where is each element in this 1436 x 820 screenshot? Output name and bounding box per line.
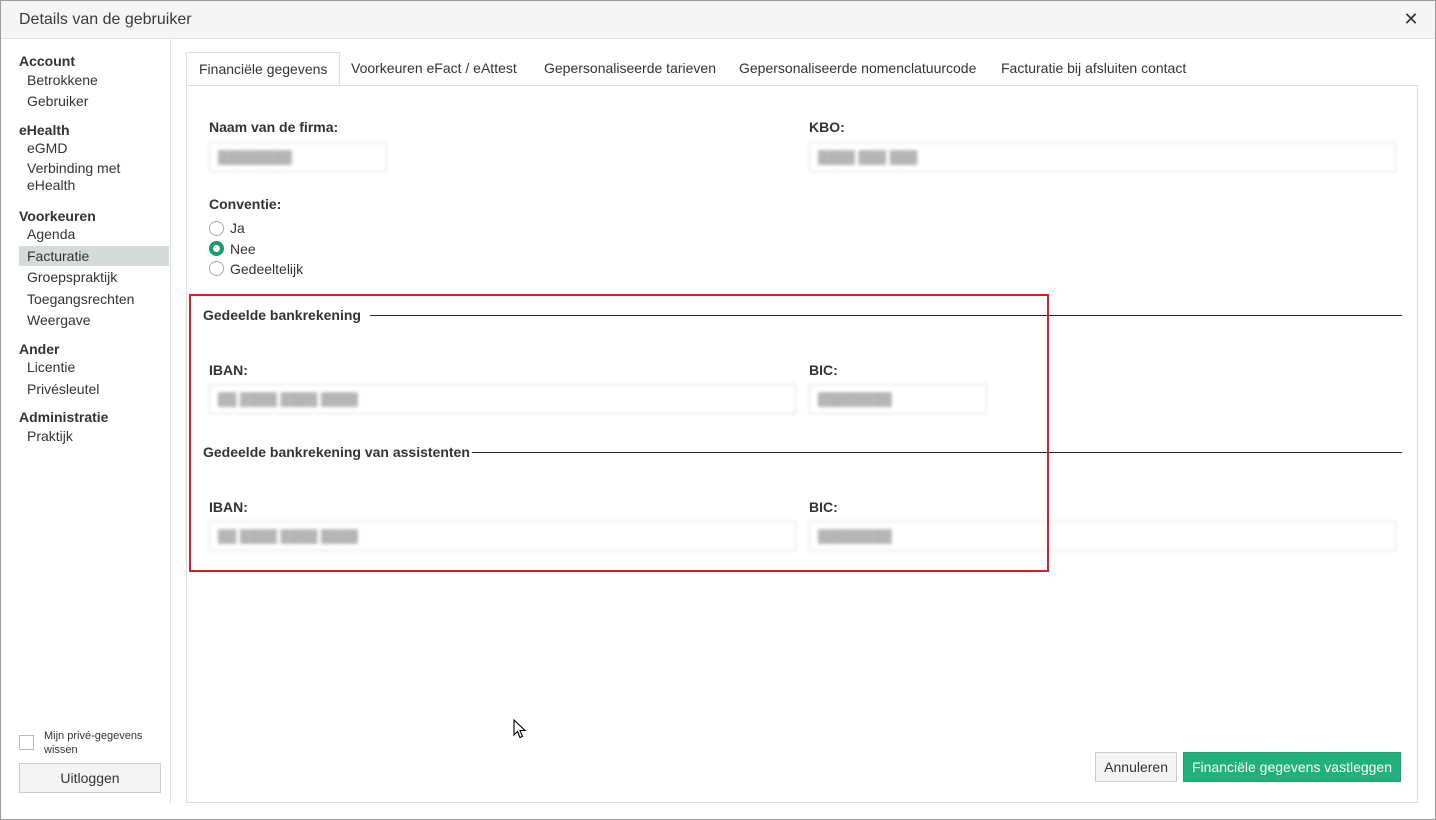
shared-bic-label: BIC: (809, 362, 838, 378)
mouse-cursor-icon (513, 719, 527, 739)
assistants-iban-input[interactable] (209, 521, 796, 551)
sidebar-item-gebruiker[interactable]: Gebruiker (19, 91, 169, 111)
convention-option-ja: Ja (230, 220, 245, 236)
sidebar-item-licentie[interactable]: Licentie (19, 357, 169, 377)
assistants-bic-input[interactable] (809, 521, 1396, 551)
sidebar-item-praktijk[interactable]: Praktijk (19, 426, 169, 446)
shared-iban-input[interactable] (209, 384, 796, 414)
shared-account-divider (370, 315, 1402, 316)
convention-option-nee: Nee (230, 241, 256, 257)
tab-voorkeuren-efact[interactable]: Voorkeuren eFact / eAttest (339, 52, 529, 86)
dialog-titlebar: Details van de gebruiker ✕ (1, 1, 1435, 39)
sidebar-item-agenda[interactable]: Agenda (19, 224, 169, 244)
sidebar-item-privesleutel[interactable]: Privésleutel (19, 379, 169, 399)
tab-gepersonaliseerde-tarieven[interactable]: Gepersonaliseerde tarieven (532, 52, 728, 86)
convention-label: Conventie: (209, 196, 282, 212)
private-data-checkbox[interactable] (19, 735, 34, 750)
save-financial-data-button[interactable]: Financiële gegevens vastleggen (1182, 752, 1401, 782)
kbo-input[interactable] (809, 142, 1396, 172)
kbo-label: KBO: (809, 119, 845, 135)
tab-financiele-gegevens[interactable]: Financiële gegevens (186, 52, 341, 86)
tab-gepersonaliseerde-nomenclatuurcode[interactable]: Gepersonaliseerde nomenclatuurcode (727, 52, 988, 86)
convention-radio-ja[interactable] (209, 221, 224, 236)
shared-account-title: Gedeelde bankrekening (203, 307, 361, 323)
cancel-button[interactable]: Annuleren (1095, 752, 1177, 782)
convention-radio-gedeeltelijk[interactable] (209, 261, 224, 276)
sidebar-section-ander: Ander (19, 341, 60, 357)
financial-data-panel: Naam van de firma: KBO: Conventie: Ja Ne… (186, 85, 1418, 803)
assistants-account-divider (472, 452, 1402, 453)
sidebar-section-administratie: Administratie (19, 409, 109, 425)
sidebar-item-facturatie[interactable]: Facturatie (19, 246, 169, 266)
sidebar: Account Betrokkene Gebruiker eHealth eGM… (1, 39, 171, 803)
close-icon[interactable]: ✕ (1401, 9, 1421, 29)
main-content: Financiële gegevens Voorkeuren eFact / e… (186, 52, 1418, 803)
convention-option-gedeeltelijk: Gedeeltelijk (230, 261, 304, 277)
sidebar-item-weergave[interactable]: Weergave (19, 310, 169, 330)
sidebar-item-egmd[interactable]: eGMD (19, 138, 169, 158)
assistants-account-title: Gedeelde bankrekening van assistenten (203, 444, 470, 460)
sidebar-item-betrokkene[interactable]: Betrokkene (19, 70, 169, 90)
user-details-dialog: Details van de gebruiker ✕ Account Betro… (0, 0, 1436, 820)
logout-button[interactable]: Uitloggen (19, 763, 161, 793)
assistants-iban-label: IBAN: (209, 499, 248, 515)
tab-bar: Financiële gegevens Voorkeuren eFact / e… (186, 52, 1418, 86)
convention-radio-nee[interactable] (209, 241, 224, 256)
company-name-input[interactable] (209, 142, 387, 172)
sidebar-section-ehealth: eHealth (19, 122, 70, 138)
sidebar-item-groepspraktijk[interactable]: Groepspraktijk (19, 267, 169, 287)
private-data-label: Mijn privé-gegevens wissen (44, 730, 143, 756)
company-name-label: Naam van de firma: (209, 119, 339, 135)
sidebar-item-verbinding-ehealth[interactable]: Verbinding met eHealth (19, 160, 139, 196)
sidebar-section-account: Account (19, 53, 75, 69)
assistants-bic-label: BIC: (809, 499, 838, 515)
shared-bic-input[interactable] (809, 384, 987, 414)
shared-iban-label: IBAN: (209, 362, 248, 378)
dialog-title: Details van de gebruiker (19, 11, 192, 28)
sidebar-item-toegangsrechten[interactable]: Toegangsrechten (19, 289, 169, 309)
sidebar-section-voorkeuren: Voorkeuren (19, 208, 96, 224)
tab-facturatie-afsluiten[interactable]: Facturatie bij afsluiten contact (989, 52, 1198, 86)
